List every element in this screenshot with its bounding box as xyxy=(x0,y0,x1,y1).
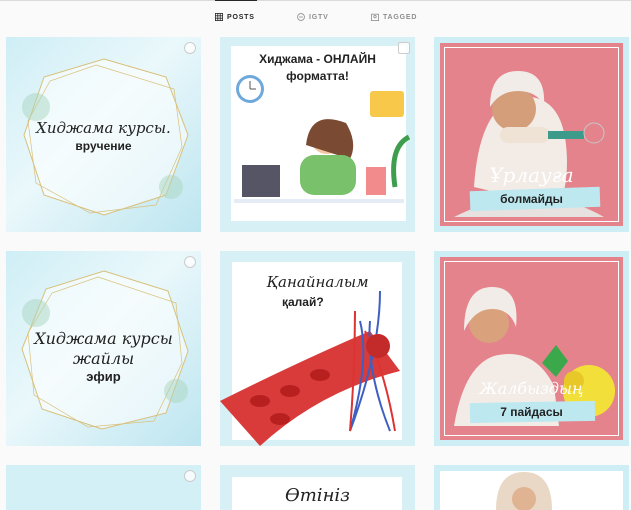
post-title: Хиджама курсы xyxy=(34,329,173,348)
posts-grid: Хиджама курсы. вручение Хиджама - ОНЛАЙН… xyxy=(0,0,631,510)
online-course-graphic xyxy=(234,75,411,203)
post-tile[interactable]: Жалбыздың 7 пайдасы xyxy=(434,251,629,446)
hijab-portrait-photo xyxy=(496,472,552,510)
post-title: Ұрлауға xyxy=(489,163,574,187)
post-tile[interactable]: Хиджама курсы. вручение xyxy=(6,37,201,232)
blood-vessel-illustration xyxy=(220,290,400,446)
post-subtitle: жайлы xyxy=(72,349,135,368)
post-tile[interactable]: Ұрлауға болмайды xyxy=(434,37,629,232)
post-title: Хиджама курсы. xyxy=(36,119,171,137)
post-tile[interactable]: Хиджама курсы жайлы эфир xyxy=(6,251,201,446)
post-title: Жалбыздың xyxy=(479,379,584,398)
post-tile[interactable]: Хиджама - ОНЛАЙН форматта! xyxy=(220,37,415,232)
post-subtitle: вручение xyxy=(75,139,132,153)
carousel-icon xyxy=(184,256,196,268)
post-tile[interactable]: Өтініз xyxy=(220,465,415,510)
carousel-icon xyxy=(184,42,196,54)
post-tile[interactable] xyxy=(6,465,201,510)
carousel-icon xyxy=(398,42,410,54)
post-title: Өтініз xyxy=(284,485,350,506)
post-tile[interactable]: Қанайналым қалай? xyxy=(220,251,415,446)
post-caption: эфир xyxy=(86,369,121,384)
post-subtitle: 7 пайдасы xyxy=(500,405,563,419)
post-tile[interactable] xyxy=(434,465,629,510)
post-subtitle: болмайды xyxy=(500,192,563,206)
carousel-icon xyxy=(184,470,196,482)
